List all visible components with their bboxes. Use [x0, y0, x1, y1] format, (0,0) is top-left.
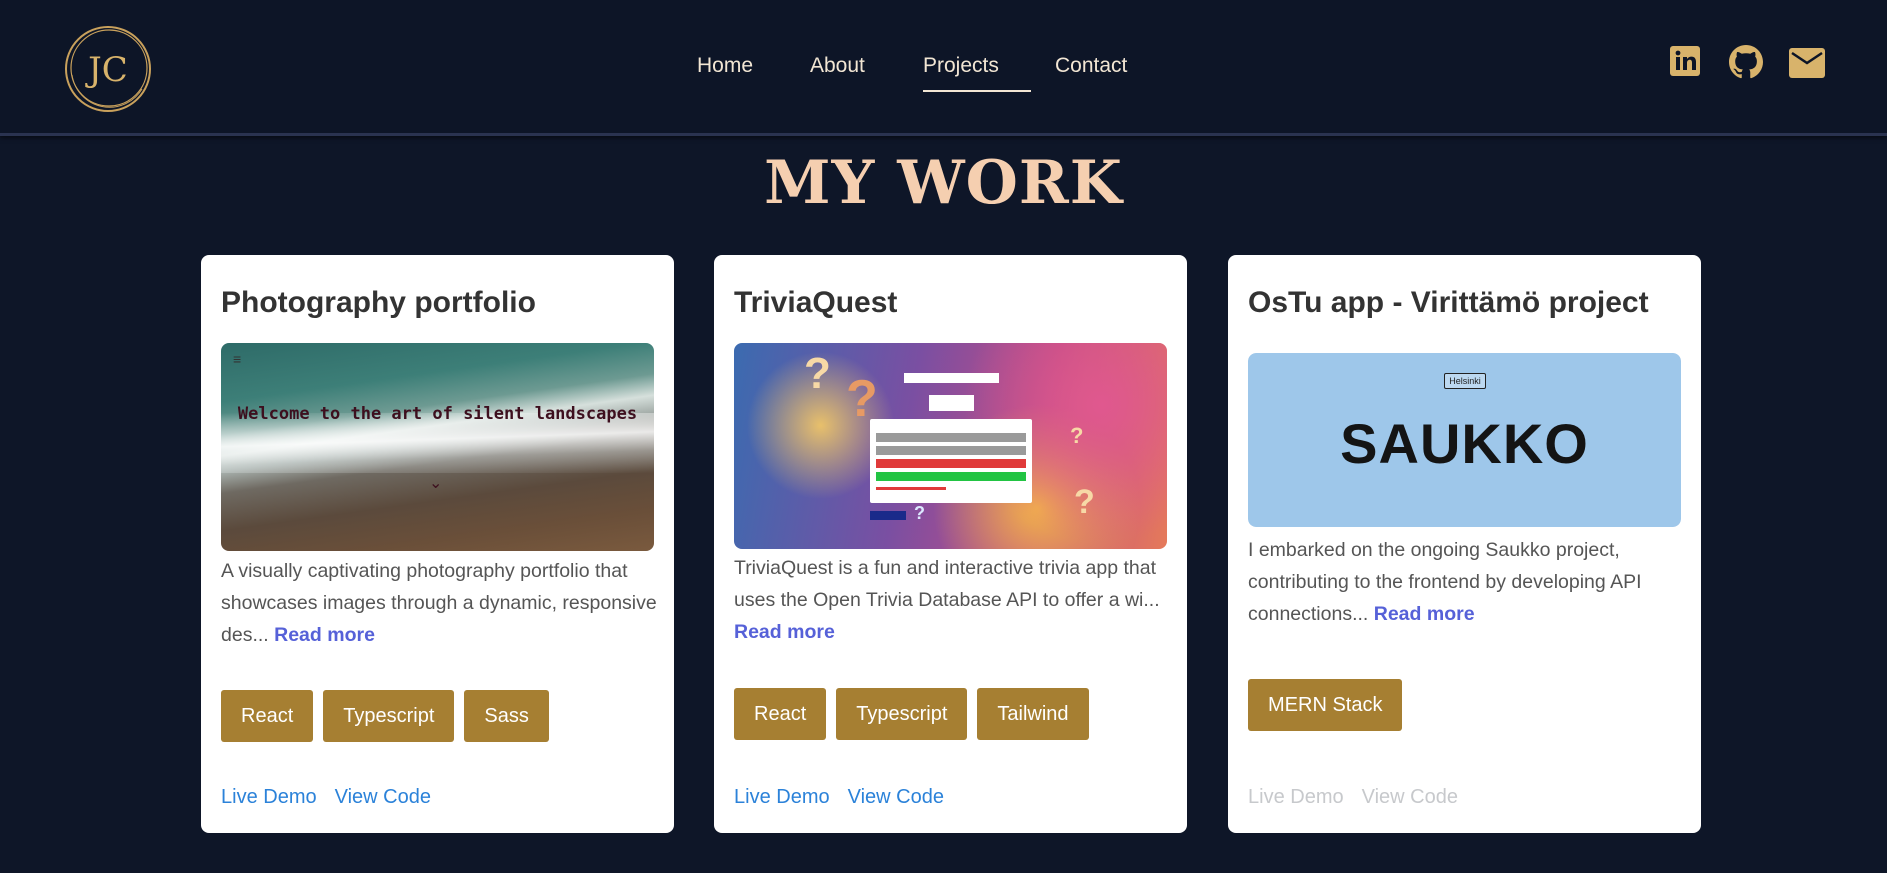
github-link[interactable]: [1729, 45, 1763, 79]
github-icon: [1729, 45, 1763, 79]
answer-bar-correct: [876, 472, 1026, 481]
tech-tags: React Typescript Tailwind: [734, 688, 1099, 740]
tech-tags: React Typescript Sass: [221, 690, 559, 742]
project-links: Live Demo View Code: [221, 786, 449, 809]
nav-about[interactable]: About: [810, 52, 865, 90]
card-description: I embarked on the ongoing Saukko project…: [1248, 534, 1688, 630]
view-code-link[interactable]: View Code: [848, 786, 944, 808]
card-title: Photography portfolio: [221, 286, 536, 319]
view-code-link: View Code: [1361, 786, 1458, 808]
project-screenshot[interactable]: ? ? ? ? ?: [734, 343, 1167, 549]
view-code-link[interactable]: View Code: [335, 786, 431, 808]
helsinki-badge: Helsinki: [1444, 373, 1486, 389]
card-title: OsTu app - Virittämö project: [1248, 286, 1649, 319]
linkedin-icon: [1670, 46, 1700, 76]
live-demo-link[interactable]: Live Demo: [221, 786, 317, 808]
main-nav: Home About Projects Contact: [0, 52, 1887, 92]
category-select: [904, 373, 999, 383]
project-card-triviaquest: TriviaQuest ? ? ? ? ? TriviaQuest is a f…: [714, 255, 1187, 833]
tag-react: React: [221, 690, 314, 742]
live-demo-link: Live Demo: [1248, 786, 1344, 808]
question-mark-icon: ?: [1070, 423, 1084, 448]
mail-icon: [1789, 48, 1825, 78]
tag-sass: Sass: [464, 690, 549, 742]
nav-home[interactable]: Home: [697, 52, 753, 90]
tech-tags: MERN Stack: [1248, 679, 1412, 731]
site-header: JC Home About Projects Contact: [0, 0, 1887, 136]
tag-tailwind: Tailwind: [977, 688, 1089, 740]
answer-bar-wrong: [876, 459, 1026, 468]
email-link[interactable]: [1789, 48, 1825, 78]
card-title: TriviaQuest: [734, 286, 898, 319]
menu-icon: ≡: [233, 351, 242, 367]
project-links: Live Demo View Code: [734, 786, 962, 809]
answer-bar: [876, 446, 1026, 455]
read-more-link[interactable]: Read more: [1374, 603, 1475, 625]
project-screenshot[interactable]: Helsinki SAUKKO: [1248, 353, 1681, 527]
project-screenshot[interactable]: ≡ Welcome to the art of silent landscape…: [221, 343, 654, 551]
preview-caption: Welcome to the art of silent landscapes: [237, 404, 638, 424]
question-mark-icon: ?: [1074, 483, 1095, 521]
project-card-photography: Photography portfolio ≡ Welcome to the a…: [201, 255, 674, 833]
saukko-wordmark: SAUKKO: [1340, 412, 1589, 475]
nav-projects[interactable]: Projects: [923, 52, 1031, 92]
live-demo-link[interactable]: Live Demo: [734, 786, 830, 808]
saukko-preview: Helsinki SAUKKO: [1248, 353, 1681, 527]
tag-typescript: Typescript: [836, 688, 968, 740]
page-title: MY WORK: [764, 148, 1123, 218]
project-card-ostu: OsTu app - Virittämö project Helsinki SA…: [1228, 255, 1701, 833]
question-mark-icon: ?: [804, 349, 831, 398]
read-more-link[interactable]: Read more: [734, 621, 835, 643]
chevron-down-icon: ⌄: [429, 475, 443, 492]
score-box: [929, 395, 974, 411]
card-description: TriviaQuest is a fun and interactive tri…: [734, 552, 1174, 648]
tag-typescript: Typescript: [323, 690, 455, 742]
linkedin-link[interactable]: [1669, 45, 1701, 77]
triviaquest-preview: ? ? ? ? ?: [734, 343, 1167, 549]
read-more-link[interactable]: Read more: [274, 624, 375, 646]
result-text: [876, 487, 946, 490]
description-text: TriviaQuest is a fun and interactive tri…: [734, 557, 1160, 611]
question-panel: [870, 419, 1032, 503]
question-mark-icon: ?: [914, 503, 925, 523]
tag-react: React: [734, 688, 827, 740]
nav-contact[interactable]: Contact: [1055, 52, 1127, 90]
answer-bar: [876, 433, 1026, 442]
card-description: A visually captivating photography portf…: [221, 555, 661, 651]
tag-mern-stack: MERN Stack: [1248, 679, 1403, 731]
project-links: Live Demo View Code: [1248, 786, 1476, 809]
next-question-button: [870, 511, 906, 520]
photography-preview: ≡ Welcome to the art of silent landscape…: [221, 343, 654, 551]
